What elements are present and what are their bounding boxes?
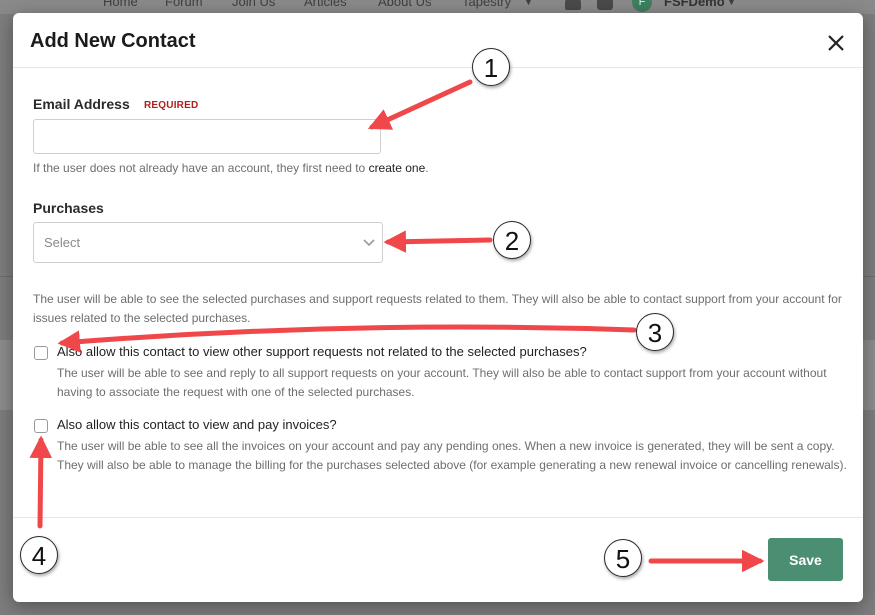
email-help-suffix: .: [425, 161, 429, 175]
user-caret-icon: ▼: [727, 0, 736, 7]
user-menu-name: FSFDemo: [664, 0, 725, 9]
annotation-badge-4: 4: [20, 536, 58, 574]
bell-icon: [565, 0, 581, 10]
nav-link-home: Home: [103, 0, 138, 9]
purchases-label: Purchases: [33, 200, 104, 216]
purchases-select-placeholder: Select: [44, 235, 81, 250]
view-invoices-help: The user will be able to see all the inv…: [57, 439, 847, 472]
close-icon[interactable]: [825, 32, 847, 54]
avatar: F: [632, 0, 652, 12]
nav-link-tapestry: Tapestry: [462, 0, 512, 9]
nav-link-join-us: Join Us: [232, 0, 276, 9]
chevron-down-icon: [363, 239, 375, 247]
nav-link-about-us: About Us: [378, 0, 432, 9]
nav-link-forum: Forum: [165, 0, 203, 9]
annotation-badge-5: 5: [604, 539, 642, 577]
footer-divider: [13, 517, 863, 518]
email-help-prefix: If the user does not already have an acc…: [33, 161, 366, 175]
purchases-select[interactable]: Select: [33, 222, 383, 263]
annotation-badge-1: 1: [472, 48, 510, 86]
modal-title: Add New Contact: [30, 30, 196, 52]
annotation-badge-3: 3: [636, 313, 674, 351]
nav-link-articles: Articles: [304, 0, 347, 9]
email-field[interactable]: [33, 119, 381, 154]
email-label: Email Address: [33, 96, 130, 112]
view-support-requests-help: The user will be able to see and reply t…: [57, 366, 827, 399]
background-navbar: Home Forum Join Us Articles About Us Tap…: [0, 0, 875, 14]
view-support-requests-label[interactable]: Also allow this contact to view other su…: [57, 344, 587, 359]
email-help-text: If the user does not already have an acc…: [33, 159, 429, 178]
background-panel-left: [0, 340, 13, 410]
annotation-badge-2: 2: [493, 221, 531, 259]
view-support-requests-checkbox[interactable]: [34, 346, 48, 360]
add-contact-modal: Add New Contact Email Address REQUIRED I…: [13, 13, 863, 602]
view-invoices-checkbox[interactable]: [34, 419, 48, 433]
header-divider: [13, 67, 863, 68]
mail-icon: [597, 0, 613, 10]
background-panel-right: [863, 340, 875, 410]
create-account-link[interactable]: create one: [369, 161, 426, 175]
save-button[interactable]: Save: [768, 538, 843, 581]
tapestry-caret-icon: ▼: [524, 0, 533, 7]
view-invoices-label[interactable]: Also allow this contact to view and pay …: [57, 417, 337, 432]
purchases-help-text: The user will be able to see the selecte…: [33, 292, 842, 325]
required-badge: REQUIRED: [144, 100, 199, 111]
